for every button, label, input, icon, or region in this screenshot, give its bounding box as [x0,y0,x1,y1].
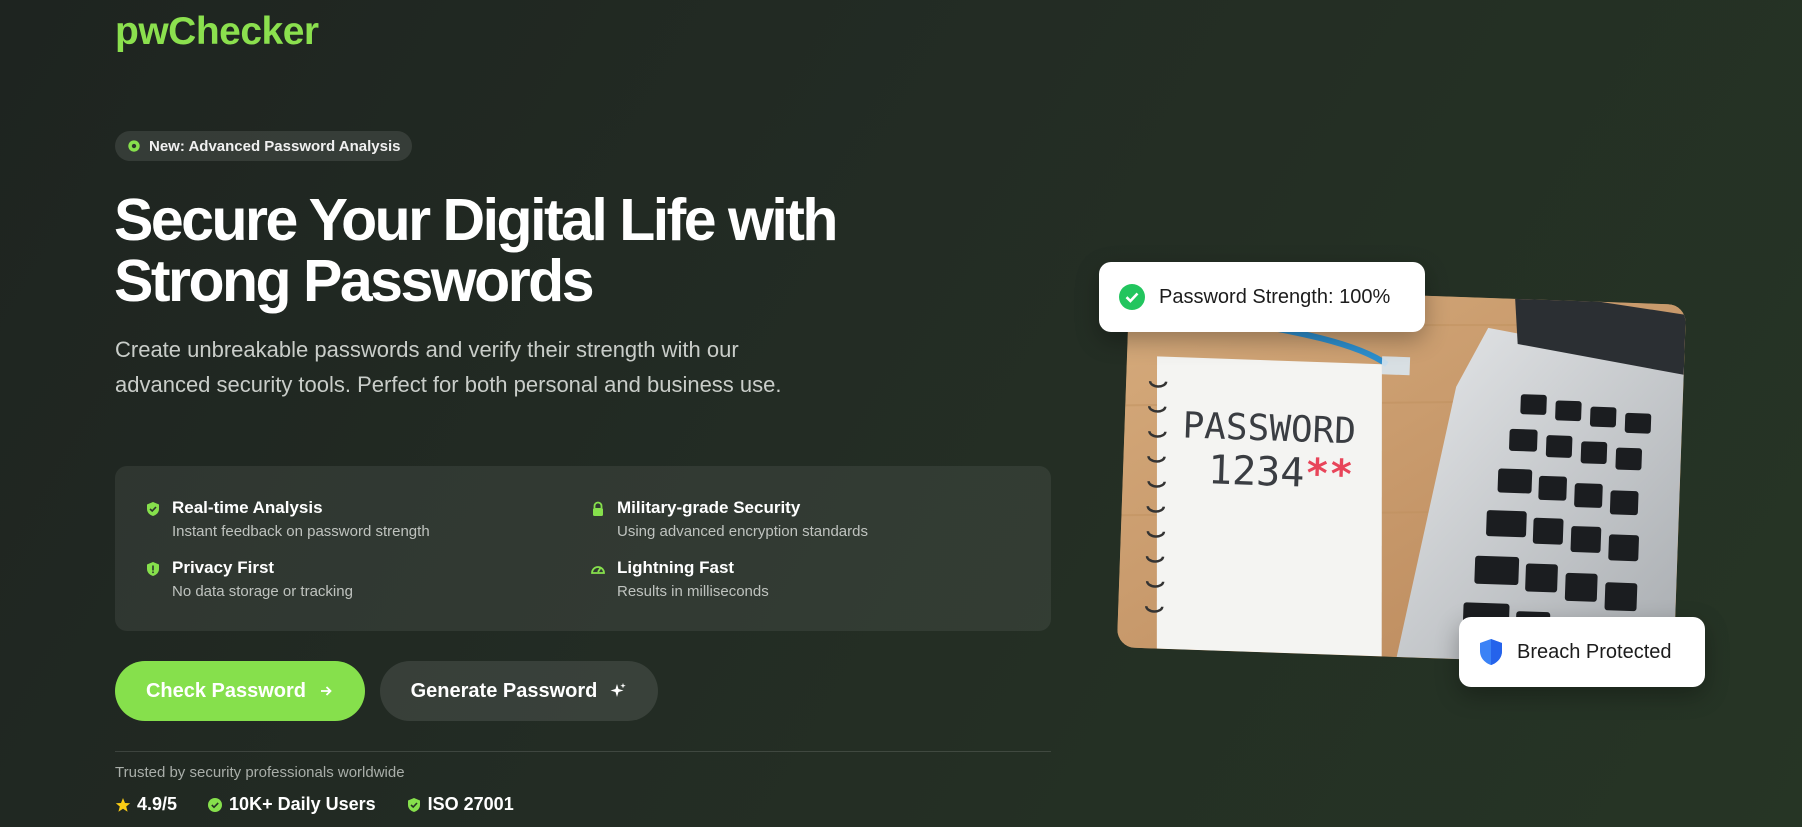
feature-desc: No data storage or tracking [172,583,353,600]
feature-desc: Results in milliseconds [617,583,769,600]
feature-title: Real-time Analysis [172,498,323,517]
feature-military-security: Military-grade Security Using advanced e… [590,498,868,540]
shield-icon [1480,639,1502,665]
stat-rating: 4.9/5 [115,794,177,815]
feature-desc: Instant feedback on password strength [172,523,430,540]
generate-password-button[interactable]: Generate Password [380,661,658,721]
star-icon [115,797,131,812]
notebook-text-line2: 1234 [1207,447,1305,496]
divider [115,751,1051,752]
stat-users: 10K+ Daily Users [207,794,376,815]
features-panel: Real-time Analysis Instant feedback on p… [115,466,1051,631]
breach-protected-card: Breach Protected [1459,617,1705,687]
hero-subtitle: Create unbreakable passwords and verify … [115,337,782,397]
verified-badge-icon [208,797,223,812]
hero-illustration: PASSWORD 1234 ** [1116,285,1687,667]
badge-label: New: Advanced Password Analysis [149,137,401,155]
feature-privacy-first: Privacy First No data storage or trackin… [145,558,353,600]
stat-label: 10K+ Daily Users [229,794,376,814]
hero-title: Secure Your Digital Life with Strong Pas… [114,187,838,314]
check-password-label: Check Password [145,679,307,702]
password-strength-card: Password Strength: 100% [1099,262,1425,332]
arrow-right-icon [321,686,332,696]
shield-check-icon [407,797,420,812]
feature-realtime-analysis: Real-time Analysis Instant feedback on p… [145,498,430,540]
new-feature-badge: New: Advanced Password Analysis [115,131,413,161]
feature-title: Military-grade Security [617,498,801,517]
generate-password-label: Generate Password [410,679,598,702]
notebook-text-line1: PASSWORD [1182,405,1357,452]
speedometer-icon [591,566,605,574]
stat-iso: ISO 27001 [406,794,514,815]
gear-badge-icon [128,140,140,152]
stat-label: 4.9/5 [137,794,178,814]
desk-illustration: PASSWORD 1234 ** [1116,285,1687,667]
feature-title: Lightning Fast [617,558,735,577]
shield-icon [147,562,159,576]
feature-desc: Using advanced encryption standards [617,523,868,540]
stat-label: ISO 27001 [427,794,514,814]
trust-stats: 4.9/5 10K+ Daily Users ISO 27001 [115,794,514,815]
sparkles-icon [610,683,627,697]
password-strength-label: Password Strength: 100% [1159,285,1391,308]
shield-check-icon [147,502,159,516]
trusted-label: Trusted by security professionals worldw… [115,764,405,781]
feature-lightning-fast: Lightning Fast Results in milliseconds [590,558,769,600]
breach-protected-label: Breach Protected [1517,640,1672,663]
notebook: PASSWORD 1234 ** [1145,356,1382,657]
brand-logo[interactable]: pwChecker [115,10,319,54]
lock-icon [593,501,603,516]
check-circle-icon [1119,284,1145,310]
check-password-button[interactable]: Check Password [115,661,365,721]
notebook-text-marks: ** [1304,451,1354,499]
feature-title: Privacy First [172,558,275,577]
